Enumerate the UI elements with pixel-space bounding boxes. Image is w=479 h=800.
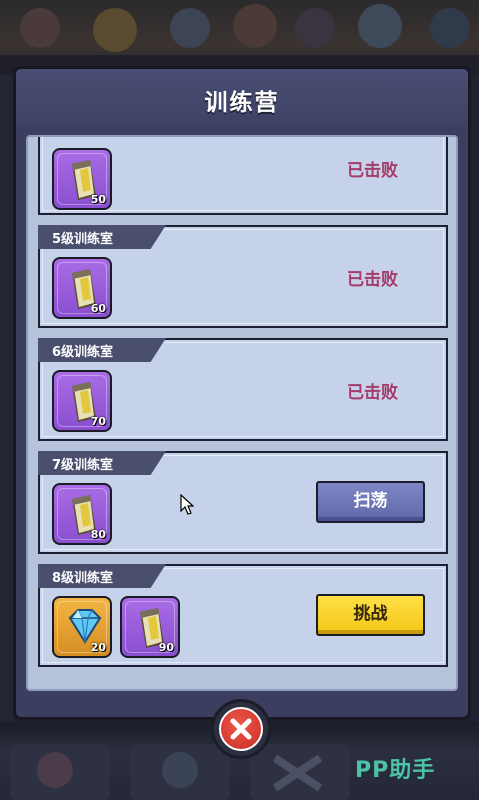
- room-label-tag: 7级训练室: [38, 451, 166, 475]
- reward-item[interactable]: 90: [120, 596, 180, 658]
- room-label-tag: 6级训练室: [38, 338, 166, 362]
- sweep-button[interactable]: 扫荡: [316, 481, 425, 523]
- reward-item[interactable]: 50: [52, 148, 112, 210]
- room-label: 8级训练室: [52, 571, 114, 586]
- room-card: 50 已击败: [38, 137, 448, 215]
- dialog-title-bar: 训练营: [16, 69, 468, 127]
- close-icon: [230, 718, 252, 740]
- reward-item[interactable]: 20: [52, 596, 112, 658]
- reward-count: 90: [158, 641, 174, 654]
- close-button[interactable]: [211, 699, 271, 759]
- mouse-cursor-icon: [180, 494, 194, 515]
- room-list-scroll[interactable]: 50 已击败 5级训练室 60 已击败 6级训练室 70 已击败 7级训练室 8…: [28, 137, 456, 689]
- watermark-logo: PP助手: [355, 758, 436, 783]
- reward-count: 60: [90, 302, 106, 315]
- room-card: 8级训练室 20 90 挑战: [38, 564, 448, 667]
- dialog-title: 训练营: [204, 90, 280, 116]
- background-characters: [0, 4, 479, 75]
- challenge-button[interactable]: 挑战: [316, 594, 425, 636]
- reward-count: 50: [90, 193, 106, 206]
- reward-item[interactable]: 80: [52, 483, 112, 545]
- room-card: 7级训练室 80 扫荡: [38, 451, 448, 554]
- room-label: 6级训练室: [52, 345, 114, 360]
- defeated-status: 已击败: [347, 383, 398, 403]
- room-label: 7级训练室: [52, 458, 114, 473]
- reward-count: 70: [90, 415, 106, 428]
- defeated-status: 已击败: [347, 270, 398, 290]
- background-left-edge: [0, 75, 14, 725]
- reward-count: 20: [90, 641, 106, 654]
- room-label: 5级训练室: [52, 232, 114, 247]
- room-label-tag: 5级训练室: [38, 225, 166, 249]
- room-card: 6级训练室 70 已击败: [38, 338, 448, 441]
- reward-item[interactable]: 70: [52, 370, 112, 432]
- reward-count: 80: [90, 528, 106, 541]
- reward-item[interactable]: 60: [52, 257, 112, 319]
- defeated-status: 已击败: [347, 161, 398, 181]
- room-label-tag: 8级训练室: [38, 564, 166, 588]
- training-camp-dialog: 训练营 50 已击败 5级训练室 60 已击败 6级训练室 70 已击败 7级训…: [13, 66, 471, 720]
- room-card: 5级训练室 60 已击败: [38, 225, 448, 328]
- room-list-container[interactable]: 50 已击败 5级训练室 60 已击败 6级训练室 70 已击败 7级训练室 8…: [26, 135, 458, 691]
